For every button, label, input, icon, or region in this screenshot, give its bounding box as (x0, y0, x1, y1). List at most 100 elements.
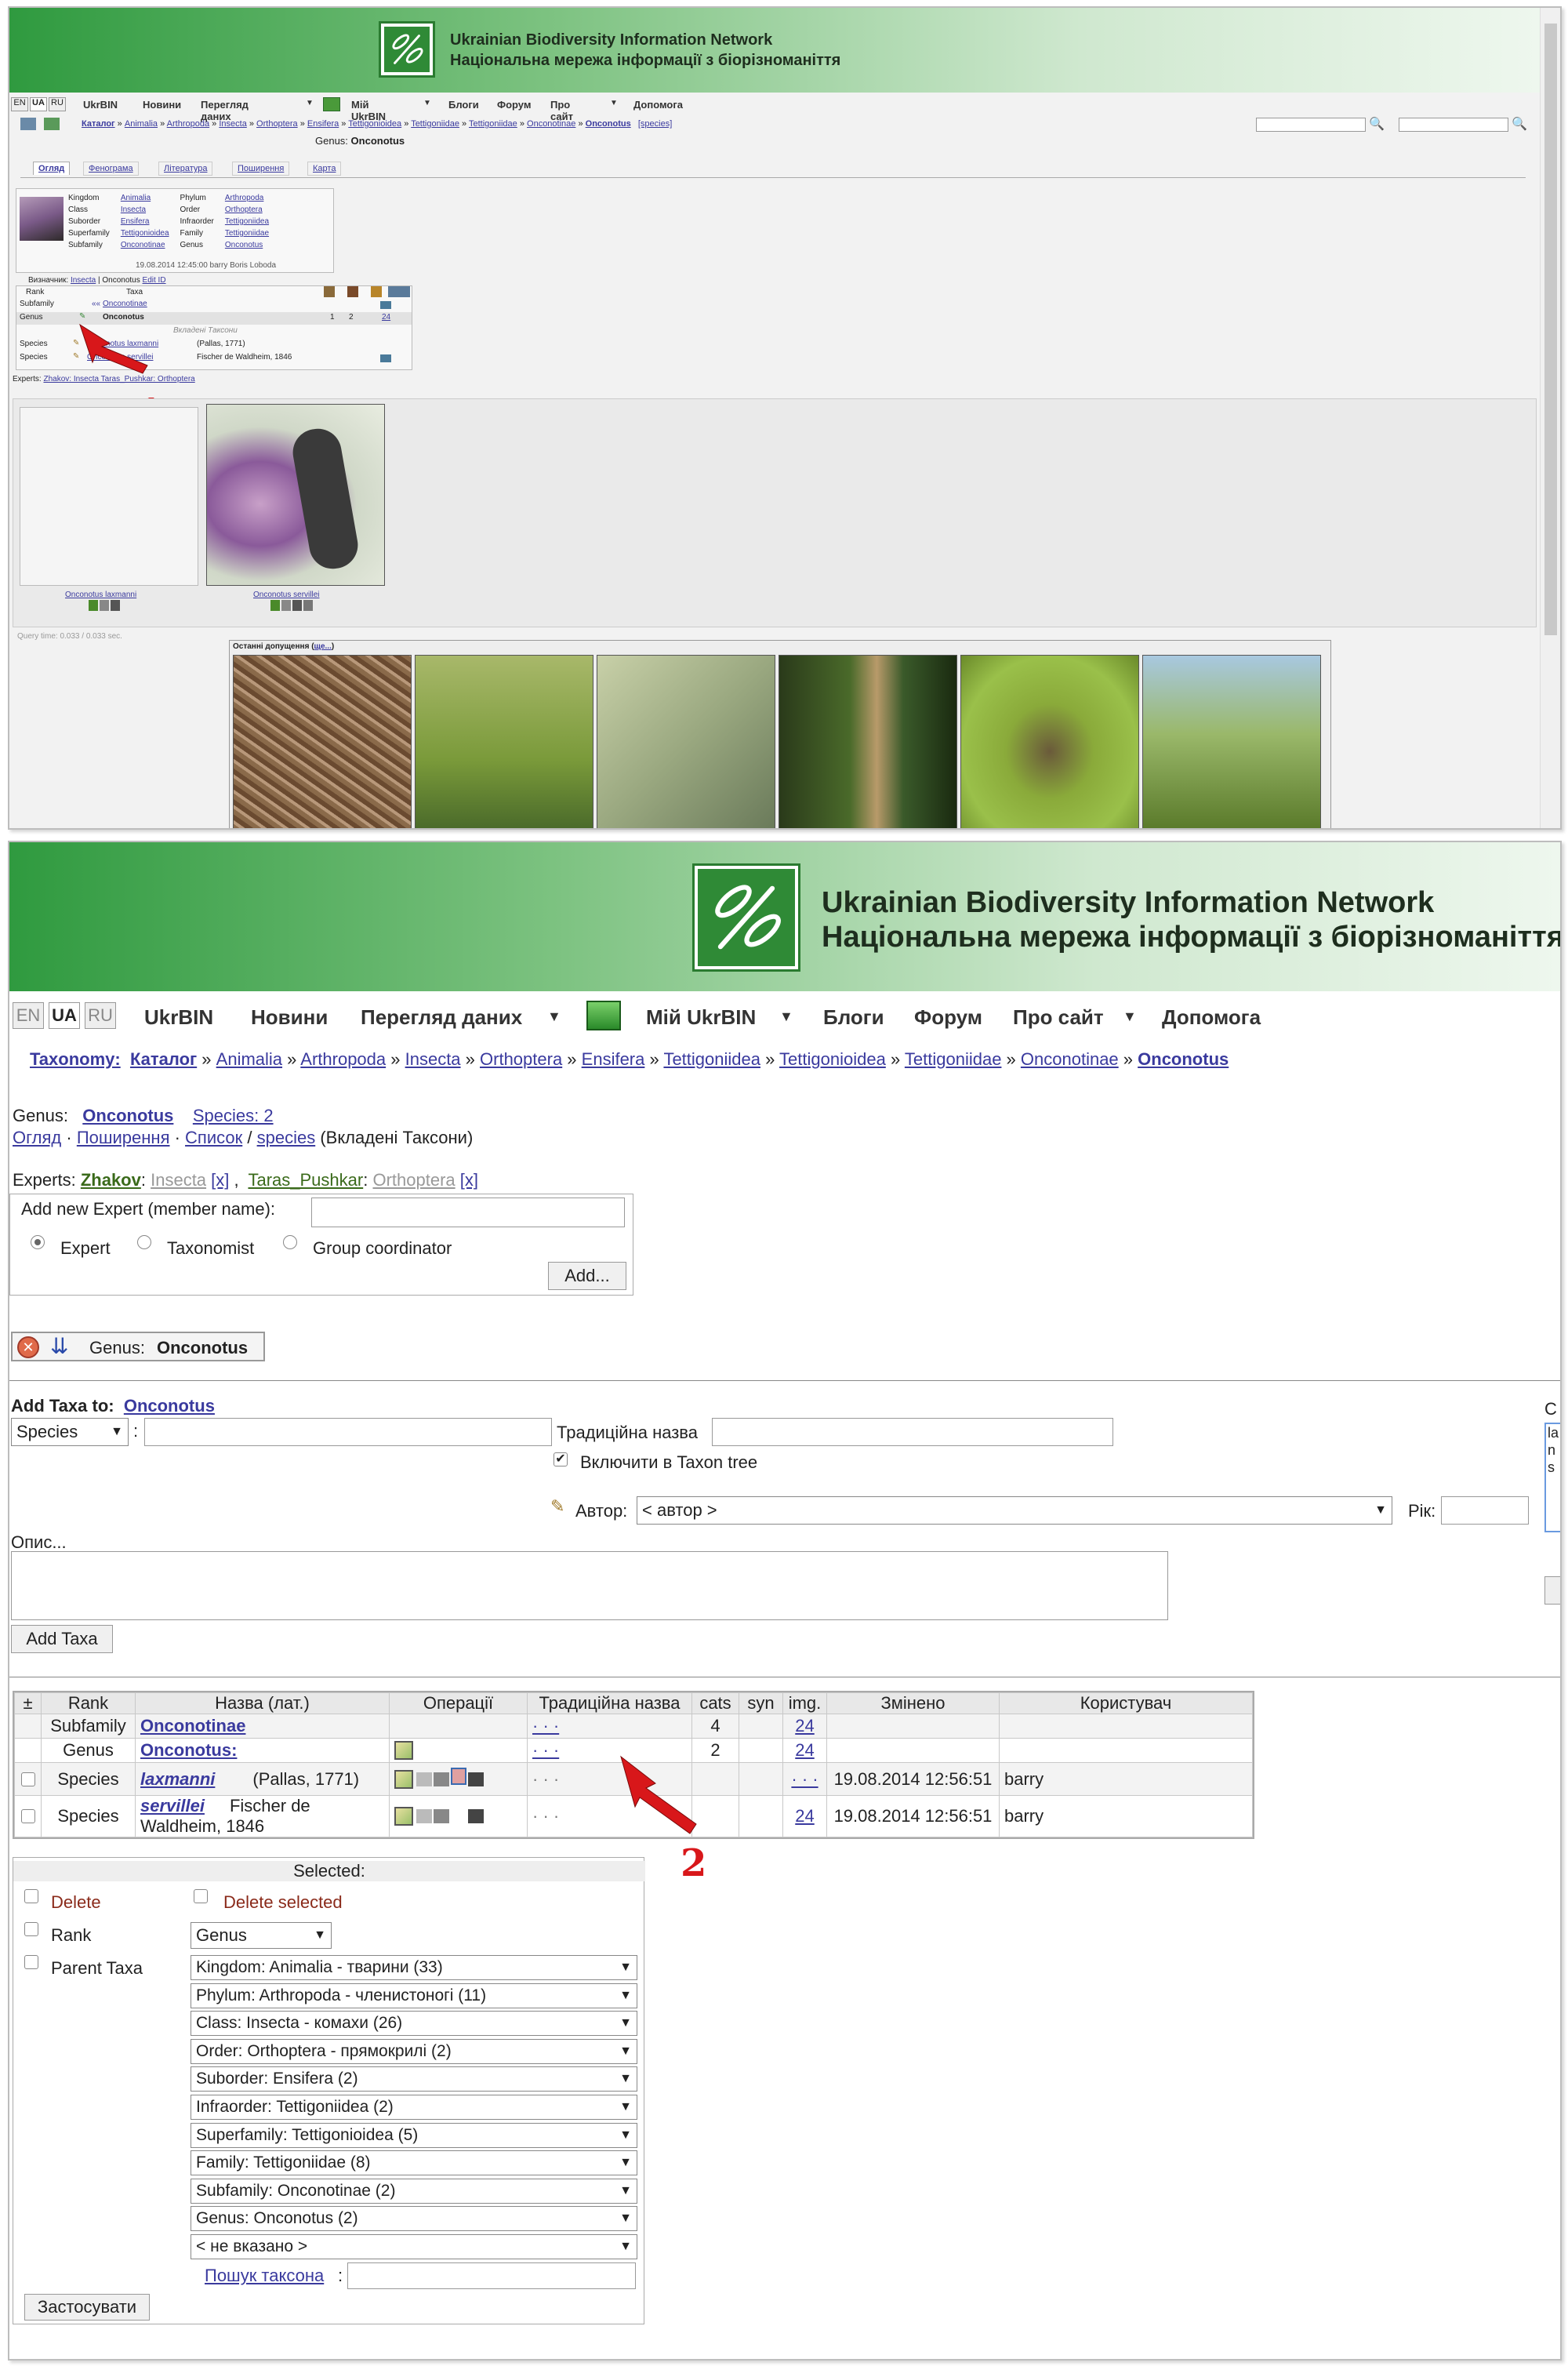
bc-ensifera[interactable]: Ensifera (582, 1049, 645, 1069)
parent-taxa-select[interactable]: Family: Tettigoniidae (8) ▼ (191, 2150, 637, 2176)
catalog-icon[interactable] (20, 118, 36, 130)
top-lang-en[interactable]: EN (11, 97, 28, 111)
top-class-link[interactable]: Onconotinae (121, 239, 180, 251)
top-class-link[interactable]: Animalia (121, 192, 180, 204)
side-panel-box[interactable]: la n s (1544, 1423, 1560, 1532)
bottom-lang-ua[interactable]: UA (49, 1002, 80, 1029)
tab-overview[interactable]: Огляд (33, 162, 71, 175)
add-taxa-target-link[interactable]: Onconotus (124, 1396, 215, 1416)
apply-button[interactable]: Застосувати (24, 2294, 150, 2321)
bottom-menu-blogs[interactable]: Блоги (823, 1005, 884, 1030)
top-logo[interactable] (379, 21, 435, 78)
parent-taxa-select[interactable]: Infraorder: Tettigoniidea (2) ▼ (191, 2095, 637, 2120)
top-bc-orthoptera[interactable]: Orthoptera (256, 119, 298, 129)
bottom-menu-help[interactable]: Допомога (1162, 1005, 1261, 1030)
bc-insecta[interactable]: Insecta (405, 1049, 461, 1069)
img-link[interactable]: · · · (791, 1769, 818, 1789)
recent-photo-3[interactable] (597, 655, 775, 828)
bottom-menu-ukrbin[interactable]: UkrBIN (144, 1005, 213, 1030)
add-expert-input[interactable] (311, 1198, 625, 1227)
determiner-link[interactable]: Insecta (71, 276, 96, 285)
top-lang-ru[interactable]: RU (49, 97, 66, 111)
bottom-menu-forum[interactable]: Форум (914, 1005, 982, 1030)
top-class-link[interactable]: Tettigonioidea (121, 227, 180, 239)
bc-arthropoda[interactable]: Arthropoda (300, 1049, 386, 1069)
edit-id-link[interactable]: Edit ID (143, 276, 166, 285)
genus-link[interactable]: Onconotus (82, 1106, 173, 1125)
recent-photo-4[interactable] (779, 655, 957, 828)
gallery-thumb-2-icons[interactable] (270, 600, 313, 611)
gallery-thumb-2[interactable] (206, 404, 385, 586)
top-class-link[interactable]: Tettigoniidae (225, 227, 280, 239)
top-search-input-2[interactable] (1399, 118, 1508, 132)
taxon-name-link[interactable]: servillei (140, 1796, 205, 1815)
subnav-distribution[interactable]: Поширення (77, 1128, 170, 1147)
gallery-caption-2[interactable]: Onconotus servillei (253, 591, 319, 599)
traditional-name-value[interactable]: · · · (532, 1716, 559, 1735)
rank-select[interactable]: Genus ▼ (191, 1922, 332, 1949)
th-toggle[interactable]: ± (14, 1692, 42, 1714)
top-genus-thumb[interactable] (20, 197, 64, 241)
top-class-link[interactable]: Orthoptera (225, 204, 280, 216)
row-select-checkbox[interactable] (20, 1809, 35, 1823)
add-taxa-button[interactable]: Add Taxa (11, 1625, 113, 1653)
bc-tettigoniidea[interactable]: Tettigoniidea (663, 1049, 760, 1069)
move-down-icon[interactable]: ⇊ (50, 1333, 68, 1359)
subnav-species[interactable]: species (257, 1128, 316, 1147)
top-class-link[interactable]: Tettigoniidea (225, 216, 280, 227)
top-bc-onconotus[interactable]: Onconotus (586, 119, 631, 129)
top-taxa-img[interactable]: 24 (382, 313, 390, 322)
top-bc-tettigoniidae-1[interactable]: Tettigoniidae (411, 119, 459, 129)
rank-checkbox[interactable] (24, 1922, 38, 1936)
bottom-lang-ru[interactable]: RU (85, 1002, 116, 1029)
recent-photo-6[interactable] (1142, 655, 1321, 828)
delete-icon[interactable] (451, 1767, 466, 1785)
film-icon[interactable] (468, 1772, 484, 1786)
bc-catalog[interactable]: Каталог (130, 1049, 197, 1069)
traditional-name-value[interactable]: · · · (532, 1740, 559, 1760)
parent-taxa-select[interactable]: < не вказано > ▼ (191, 2234, 637, 2259)
recent-photo-5[interactable] (960, 655, 1139, 828)
top-taxa-name[interactable]: Onconotinae (103, 300, 147, 308)
parent-taxa-select[interactable]: Suborder: Ensifera (2) ▼ (191, 2066, 637, 2092)
img-link[interactable]: 24 (795, 1806, 814, 1826)
bottom-menu-browse[interactable]: Перегляд даних (361, 1005, 522, 1030)
top-bc-tettigonioidea[interactable]: Tettigonioidea (348, 119, 401, 129)
top-bc-ensifera[interactable]: Ensifera (307, 119, 339, 129)
taxon-name-link[interactable]: Onconotinae (140, 1716, 245, 1735)
bc-tettigoniidae[interactable]: Tettigoniidae (905, 1049, 1002, 1069)
search-taxon-input[interactable] (347, 2262, 636, 2289)
parent-taxa-select[interactable]: Superfamily: Tettigonioidea (5) ▼ (191, 2122, 637, 2148)
top-bc-animalia[interactable]: Animalia (125, 119, 158, 129)
expert-zhakov-taxon[interactable]: Insecta (151, 1170, 206, 1190)
parent-taxa-checkbox[interactable] (24, 1955, 38, 1969)
top-search-input-1[interactable] (1256, 118, 1366, 132)
top-menu-blogs[interactable]: Блоги (448, 99, 479, 111)
top-class-link[interactable]: Onconotus (225, 239, 280, 251)
bottom-home-icon[interactable] (586, 1001, 621, 1030)
parent-taxa-select[interactable]: Class: Insecta - комахи (26) ▼ (191, 2011, 637, 2037)
remove-expert-zhakov[interactable]: [x] (211, 1170, 229, 1190)
top-bc-species[interactable]: [species] (638, 119, 672, 129)
role-taxonomist-radio[interactable] (137, 1235, 151, 1249)
bc-onconotinae[interactable]: Onconotinae (1021, 1049, 1119, 1069)
delete-selected-checkbox[interactable] (194, 1889, 208, 1903)
include-tree-checkbox[interactable]: ✔ (554, 1452, 568, 1466)
gallery-caption-1[interactable]: Onconotus laxmanni (65, 591, 136, 599)
camera-icon[interactable] (434, 1809, 449, 1823)
top-taxa-map-icon[interactable] (380, 354, 391, 362)
top-taxa-map-icon[interactable] (380, 301, 391, 309)
parent-taxa-select[interactable]: Subfamily: Onconotinae (2) ▼ (191, 2178, 637, 2204)
remove-expert-pushkar[interactable]: [x] (460, 1170, 478, 1190)
top-class-link[interactable]: Insecta (121, 204, 180, 216)
top-lang-ua[interactable]: UA (30, 97, 47, 111)
img-link[interactable]: 24 (795, 1740, 814, 1760)
bottom-menu-my-ukrbin[interactable]: Мій UkrBIN (646, 1005, 756, 1030)
img-link[interactable]: 24 (795, 1716, 814, 1735)
parent-taxa-select[interactable]: Kingdom: Animalia - тварини (33) ▼ (191, 1955, 637, 1980)
tab-map[interactable]: Карта (307, 162, 342, 176)
tab-distribution[interactable]: Поширення (232, 162, 290, 176)
parent-taxa-select[interactable]: Phylum: Arthropoda - членистоногі (11) ▼ (191, 1983, 637, 2008)
edit-icon[interactable] (394, 1741, 413, 1760)
bc-animalia[interactable]: Animalia (216, 1049, 282, 1069)
